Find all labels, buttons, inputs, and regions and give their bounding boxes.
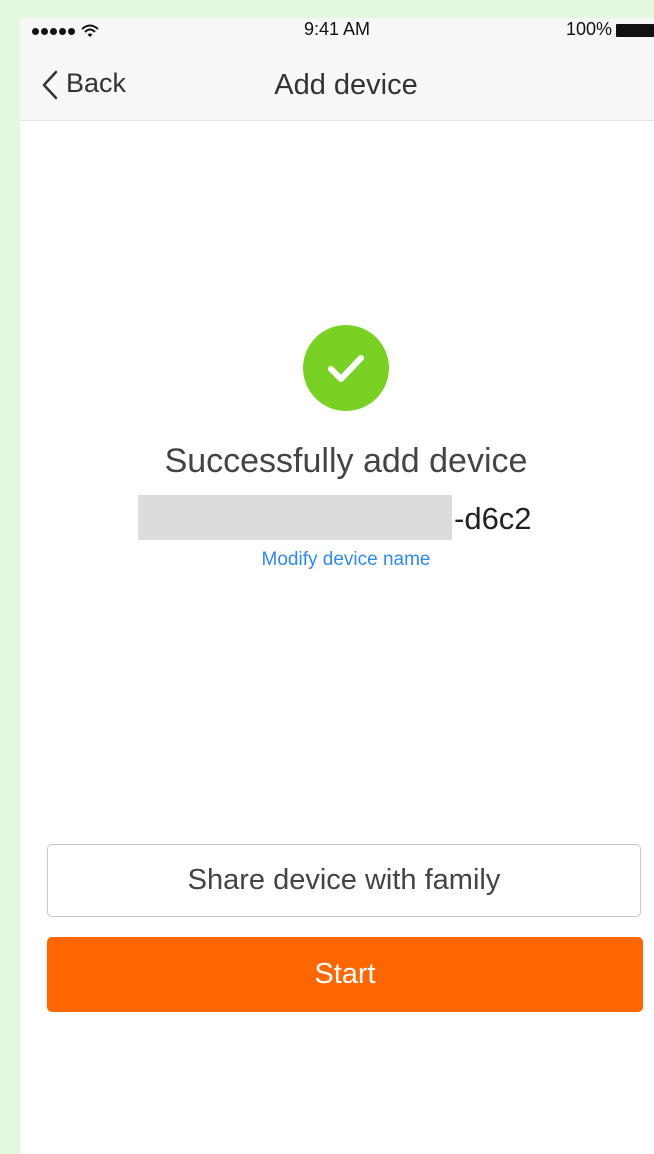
page-title: Add device	[274, 69, 418, 101]
success-message: Successfully add device	[164, 442, 528, 480]
share-device-button[interactable]: Share device with family	[47, 844, 641, 917]
device-name-redacted	[138, 495, 452, 540]
modify-device-name-link[interactable]: Modify device name	[20, 549, 654, 571]
header: 9:41 AM 100% Back Add device	[20, 18, 654, 121]
status-time: 9:41 AM	[303, 19, 371, 39]
start-button[interactable]: Start	[47, 937, 643, 1012]
battery-icon	[616, 24, 654, 37]
device-name-suffix: -d6c2	[454, 501, 532, 536]
phone-screen: 9:41 AM 100% Back Add device Successfull…	[20, 18, 654, 1154]
checkmark-circle-icon	[303, 325, 389, 411]
checkmark-icon	[328, 355, 364, 382]
battery-percentage: 100%	[565, 19, 612, 39]
